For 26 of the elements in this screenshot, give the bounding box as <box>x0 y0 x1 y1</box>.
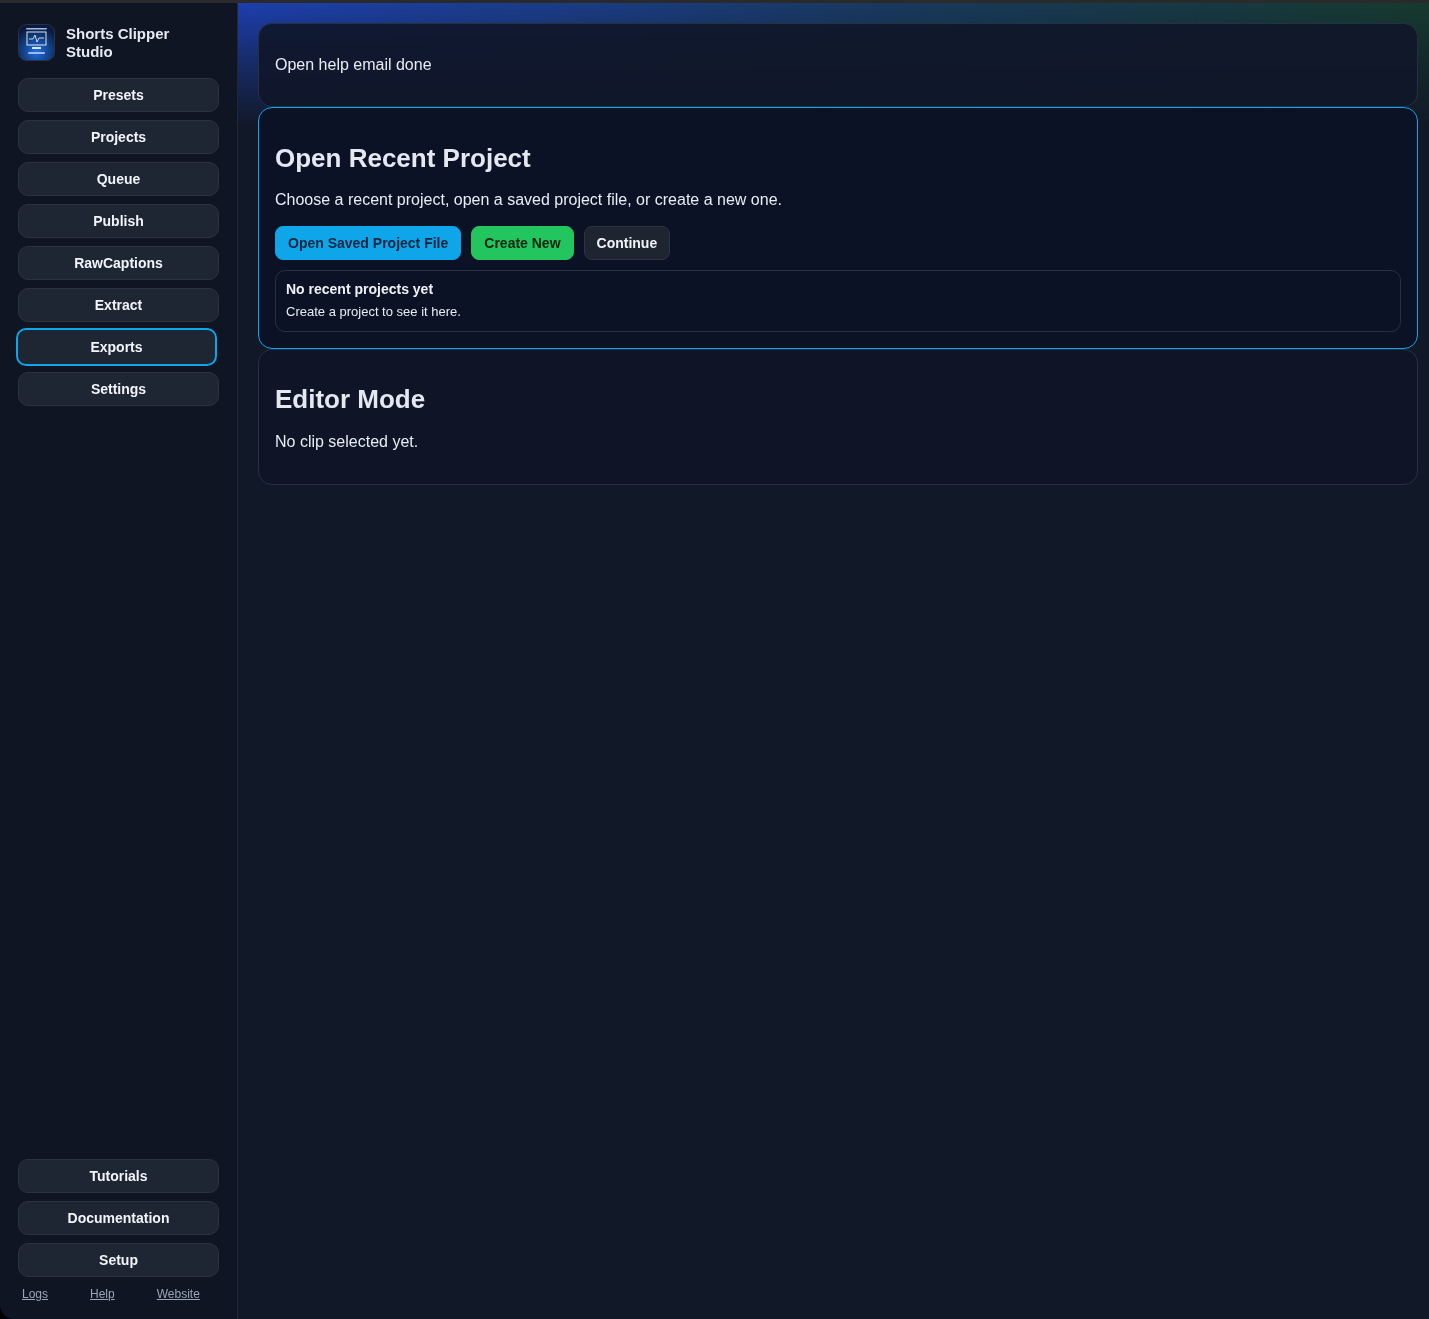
sidebar-nav-button[interactable]: Presets <box>18 78 219 112</box>
panel-heading: Open Recent Project <box>275 142 532 174</box>
sidebar-nav-button[interactable]: Queue <box>18 162 219 196</box>
sidebar-nav-button[interactable]: Extract <box>18 288 219 322</box>
panel-description: Choose a recent project, open a saved project file, or create a new one. <box>275 190 783 210</box>
status-message: Open help email done <box>275 55 433 75</box>
sidebar-footer-button[interactable]: Documentation <box>18 1201 219 1235</box>
action-button[interactable]: Continue <box>583 226 671 260</box>
sidebar-nav-button[interactable]: Exports <box>16 328 217 366</box>
footer-link[interactable]: Website <box>156 1287 200 1301</box>
action-button[interactable]: Create New <box>471 226 574 260</box>
footer-link[interactable]: Help <box>90 1287 115 1301</box>
sidebar-nav-button[interactable]: Projects <box>18 120 219 154</box>
panel-heading: Editor Mode <box>275 383 427 415</box>
empty-state-message: Create a project to see it here. <box>286 303 462 320</box>
app-logo-icon <box>18 24 55 61</box>
empty-state-title: No recent projects yet <box>286 281 435 298</box>
sidebar-nav-button[interactable]: Settings <box>18 372 219 406</box>
editor-message: No clip selected yet. <box>275 432 420 452</box>
footer-link[interactable]: Logs <box>22 1287 49 1301</box>
sidebar-footer-button[interactable]: Tutorials <box>18 1159 219 1193</box>
action-button[interactable]: Open Saved Project File <box>275 226 462 260</box>
sidebar-footer-button[interactable]: Setup <box>18 1243 219 1277</box>
sidebar-nav-button[interactable]: RawCaptions <box>18 246 219 280</box>
sidebar-nav-button[interactable]: Publish <box>18 204 219 238</box>
app-title: Shorts Clipper Studio <box>66 24 171 61</box>
